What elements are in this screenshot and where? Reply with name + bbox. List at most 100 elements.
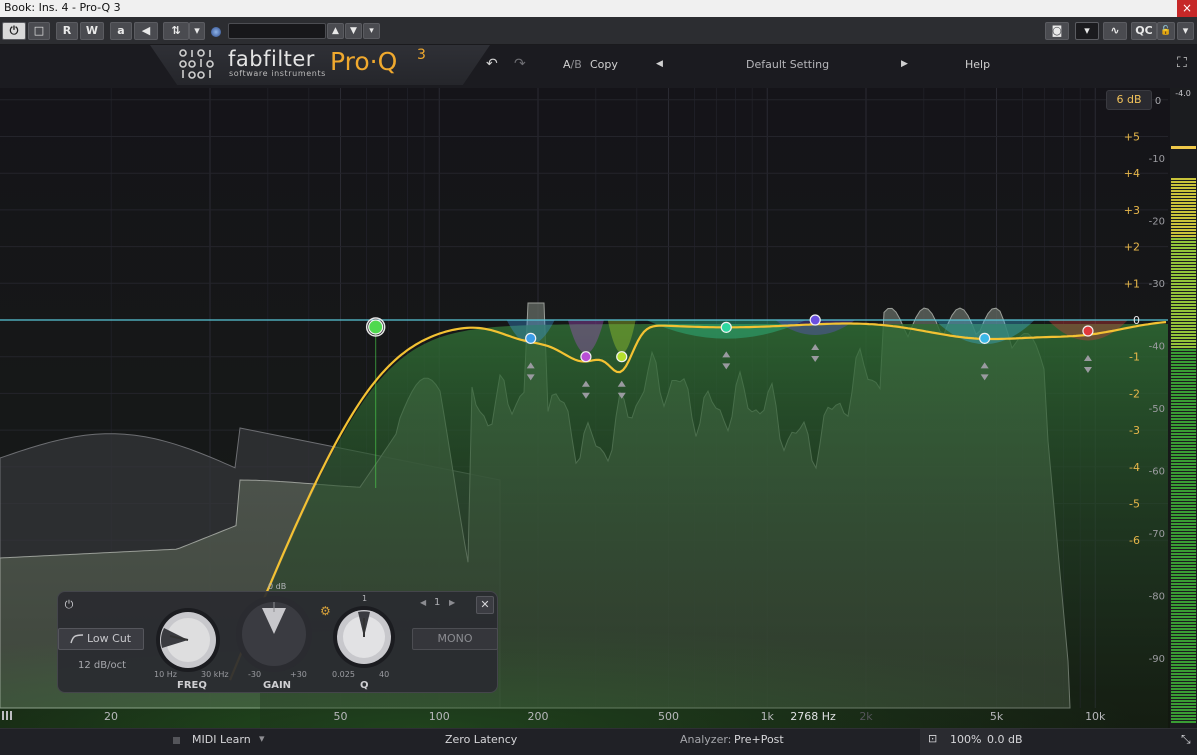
output-gain[interactable]: 0.0 dB: [987, 733, 1023, 746]
qc-button[interactable]: QC: [1131, 22, 1157, 40]
preset-up-button[interactable]: ▲: [327, 23, 344, 39]
latency-mode-button[interactable]: Zero Latency: [445, 733, 517, 746]
meter-segment: [1171, 253, 1196, 255]
slope-label[interactable]: 12 dB/oct: [78, 660, 126, 671]
band-node[interactable]: [368, 319, 384, 335]
meter-segment: [1171, 499, 1196, 501]
meter-segment: [1171, 400, 1196, 402]
band-node[interactable]: [809, 314, 821, 326]
phase-invert-icon[interactable]: ⊡: [928, 732, 937, 745]
plugin-header: fabfilter software instruments Pro·Q 3 ↶…: [0, 45, 1197, 88]
ab-compare-button[interactable]: A/B: [563, 58, 582, 71]
band-node[interactable]: [979, 332, 991, 344]
gain-scale-label: +1: [1124, 277, 1140, 290]
gain-knob[interactable]: [232, 594, 316, 674]
preset-name[interactable]: Default Setting: [746, 58, 829, 71]
resize-icon[interactable]: ⤡: [1181, 732, 1191, 747]
help-button[interactable]: Help: [965, 58, 990, 71]
meter-segment: [1171, 427, 1196, 429]
meter-segment: [1171, 613, 1196, 615]
automation-icon[interactable]: a: [110, 22, 132, 40]
meter-segment: [1171, 688, 1196, 690]
midi-learn-button[interactable]: MIDI Learn: [192, 733, 251, 746]
preset-prev-icon[interactable]: ◀: [656, 59, 663, 69]
meter-segment: [1171, 709, 1196, 711]
meter-segment: [1171, 475, 1196, 477]
gain-scale-label: +4: [1124, 167, 1140, 180]
meter-segment: [1171, 679, 1196, 681]
meter-segment: [1171, 271, 1196, 273]
meter-segment: [1171, 178, 1196, 180]
preset-menu-button[interactable]: ▾: [363, 23, 380, 39]
meter-segment: [1171, 661, 1196, 663]
band-power-icon[interactable]: ⏻: [62, 598, 76, 612]
frequency-label: 500: [658, 710, 679, 723]
lock-icon[interactable]: 🔓: [1157, 22, 1175, 40]
camera-icon[interactable]: ◙: [1045, 22, 1069, 40]
close-band-button[interactable]: ✕: [476, 596, 494, 614]
meter-segment: [1171, 454, 1196, 456]
meter-segment: [1171, 721, 1196, 723]
read-automation-button[interactable]: R: [56, 22, 78, 40]
meter-segment: [1171, 382, 1196, 384]
meter-segment: [1171, 628, 1196, 630]
fabfilter-logo-icon: [179, 49, 214, 79]
undo-icon[interactable]: ↶: [486, 56, 498, 72]
meter-segment: [1171, 715, 1196, 717]
gain-max-label: +30: [290, 670, 307, 679]
band-node[interactable]: [580, 351, 592, 363]
meter-segment: [1171, 436, 1196, 438]
meter-segment: [1171, 691, 1196, 693]
filter-type-button[interactable]: Low Cut: [58, 628, 144, 650]
copy-button[interactable]: Copy: [590, 58, 618, 71]
midi-dropdown-icon[interactable]: ▾: [259, 732, 265, 745]
zoom-level[interactable]: 100%: [950, 733, 981, 746]
meter-segment: [1171, 658, 1196, 660]
meter-segment: [1171, 598, 1196, 600]
meter-segment: [1171, 703, 1196, 705]
meter-segment: [1171, 364, 1196, 366]
write-automation-button[interactable]: W: [80, 22, 104, 40]
bypass-button[interactable]: □: [28, 22, 50, 40]
prev-band-icon[interactable]: ◀: [420, 598, 426, 607]
meter-segment: [1171, 202, 1196, 204]
next-band-icon[interactable]: ▶: [449, 598, 455, 607]
frequency-label: 10k: [1085, 710, 1106, 723]
gain-scale-label: -4: [1129, 461, 1140, 474]
pulse-icon[interactable]: ∿: [1103, 22, 1127, 40]
stereo-mode-button[interactable]: MONO: [412, 628, 498, 650]
analyzer-icon[interactable]: [2, 711, 12, 720]
meter-segment: [1171, 442, 1196, 444]
auto-gain-gear-icon[interactable]: ⚙: [320, 604, 331, 618]
routing-button[interactable]: ⇅: [163, 22, 189, 40]
analyzer-mode-button[interactable]: Pre+Post: [734, 733, 784, 746]
plugin-power-button[interactable]: ⏻: [2, 22, 26, 40]
meter-segment: [1171, 496, 1196, 498]
meter-segment: [1171, 595, 1196, 597]
meter-segment: [1171, 244, 1196, 246]
band-node[interactable]: [1082, 325, 1094, 337]
band-node[interactable]: [525, 332, 537, 344]
preset-name-input[interactable]: [228, 23, 326, 39]
redo-icon[interactable]: ↷: [514, 56, 526, 72]
close-window-button[interactable]: ×: [1177, 0, 1197, 17]
frequency-label: 20: [104, 710, 118, 723]
meter-segment: [1171, 325, 1196, 327]
plugin-menu-button[interactable]: ▾: [1177, 22, 1194, 40]
freq-knob[interactable]: [154, 606, 222, 674]
preset-next-icon[interactable]: ▶: [901, 59, 908, 69]
band-node[interactable]: [720, 321, 732, 333]
band-node[interactable]: [616, 351, 628, 363]
db-range-dropdown[interactable]: 6 dB: [1106, 90, 1152, 110]
fullscreen-icon[interactable]: ⛶: [1177, 55, 1187, 71]
meter-segment: [1171, 706, 1196, 708]
meter-segment: [1171, 520, 1196, 522]
routing-dropdown-button[interactable]: ▾: [189, 22, 205, 40]
preset-down-button[interactable]: ▼: [345, 23, 362, 39]
snapshot-dropdown-button[interactable]: ▾: [1075, 22, 1099, 40]
meter-segment: [1171, 412, 1196, 414]
back-button[interactable]: ◀: [134, 22, 158, 40]
meter-segment: [1171, 529, 1196, 531]
q-knob[interactable]: [331, 604, 397, 670]
frequency-label: 1k: [761, 710, 775, 723]
